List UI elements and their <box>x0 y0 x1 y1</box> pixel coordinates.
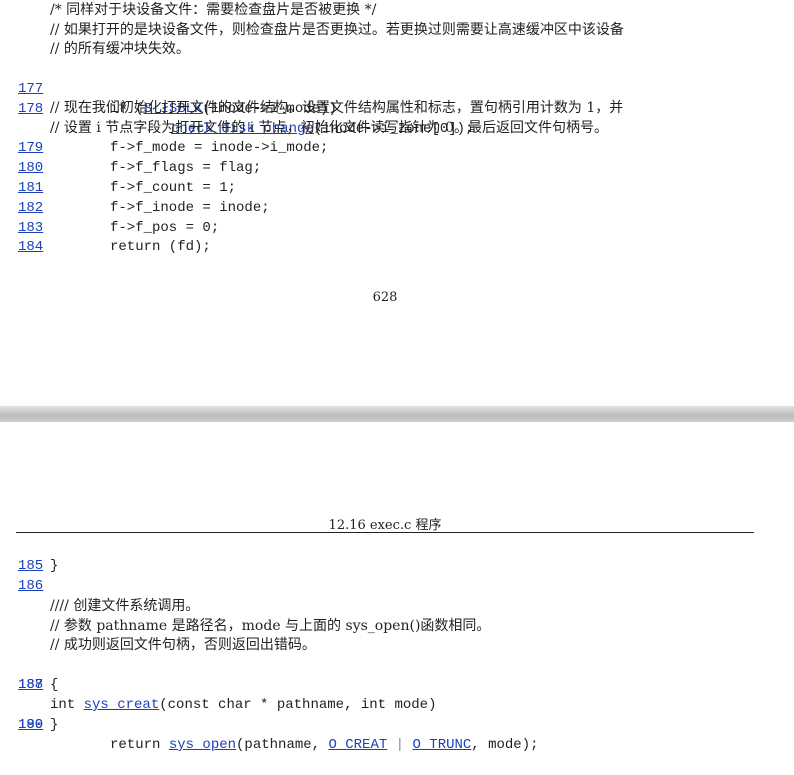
comment-text: /* 同样对于块设备文件：需要检查盘片是否被更换 */ <box>50 2 377 18</box>
code-line-177: 177 if (S_ISBLK(inode->i_mode)) <box>0 59 337 117</box>
line-number-link[interactable]: 185 <box>18 556 43 576</box>
line-number-link[interactable]: 178 <box>18 99 43 119</box>
line-number-link[interactable]: 186 <box>18 576 43 596</box>
code-text: f->f_pos = 0; <box>110 220 220 236</box>
code-text: } <box>50 717 59 733</box>
comment-text: // 如果打开的是块设备文件，则检查盘片是否更换过。若更换过则需要让高速缓冲区中… <box>50 22 624 38</box>
code-text: f->f_flags = flag; <box>110 160 262 176</box>
line-number-link[interactable]: 181 <box>18 178 43 198</box>
line-number-link[interactable]: 188 <box>18 675 43 695</box>
code-text: f->f_count = 1; <box>110 180 237 196</box>
o-creat-link[interactable]: O_CREAT <box>328 737 387 753</box>
page-separator <box>0 406 794 422</box>
code-text: return sys_open(pathname, O_CREAT | O_TR… <box>110 737 539 753</box>
line-number-link[interactable]: 180 <box>18 158 43 178</box>
line-number-link[interactable]: 190 <box>18 715 43 735</box>
section-header: 12.16 exec.c 程序 <box>328 518 442 533</box>
code-text: f->f_mode = inode->i_mode; <box>110 140 329 156</box>
top-page: /* 同样对于块设备文件：需要检查盘片是否被更换 */ // 如果打开的是块设备… <box>0 0 794 406</box>
line-number-link[interactable]: 184 <box>18 237 43 257</box>
line-number-link[interactable]: 182 <box>18 198 43 218</box>
code-line-189: 189 return sys_open(pathname, O_CREAT | … <box>0 695 539 753</box>
code-text: return (fd); <box>110 239 211 255</box>
code-text: { <box>50 677 59 693</box>
comment-text: // 设置 i 节点字段为打开文件的 i 节点，初始化文件读写指针为 0。最后返… <box>50 120 608 136</box>
comment-text: //// 创建文件系统调用。 <box>50 598 200 614</box>
page-number: 628 <box>372 290 398 305</box>
o-trunc-link[interactable]: O_TRUNC <box>412 737 471 753</box>
code-line-178: 178 check_disk_change(inode->i_zone[0]); <box>0 79 473 137</box>
comment-text: // 成功则返回文件句柄，否则返回出错码。 <box>50 637 316 653</box>
comment-text: // 的所有缓冲块失效。 <box>50 41 190 57</box>
sys-creat-link[interactable]: sys_creat <box>84 697 160 713</box>
line-number-link[interactable]: 179 <box>18 138 43 158</box>
code-text: f->f_inode = inode; <box>110 200 270 216</box>
code-line-187: 187 int sys_creat(const char * pathname,… <box>0 655 436 713</box>
code-text: int sys_creat(const char * pathname, int… <box>50 697 437 713</box>
header-rule <box>16 532 754 533</box>
line-number-link[interactable]: 183 <box>18 218 43 238</box>
code-text: } <box>50 558 59 574</box>
sys-open-link[interactable]: sys_open <box>169 737 236 753</box>
bottom-page: 12.16 exec.c 程序 185} 186 //// 创建文件系统调用。 … <box>0 422 794 753</box>
comment-text: // 参数 pathname 是路径名，mode 与上面的 sys_open()… <box>50 618 491 634</box>
comment-text: // 现在我们初始化打开文件的文件结构。设置文件结构属性和标志，置句柄引用计数为… <box>50 100 624 116</box>
